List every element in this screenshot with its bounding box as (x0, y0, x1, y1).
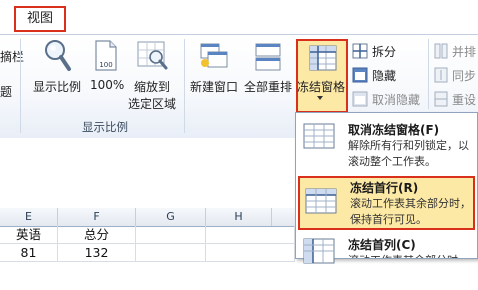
menu-item-unfreeze-panes[interactable]: 取消冻结窗格(F) 解除所有行和列锁定，以滚动整个工作表。 (296, 117, 477, 173)
arrange-all-label: 全部重排 (244, 80, 293, 94)
group-divider (428, 39, 429, 109)
menu-item-freeze-first-column[interactable]: 冻结首列(C) 滚动工作表其余部分时，保持首列可见。 (296, 234, 477, 290)
side-by-side-icon (434, 43, 448, 59)
menu-item-title: 冻结首行(R) (350, 181, 419, 195)
hide-button[interactable]: 隐藏 (352, 65, 422, 85)
chevron-down-icon (317, 96, 323, 100)
new-window-button[interactable]: 新建窗口 (188, 38, 240, 98)
column-header-h[interactable]: H (206, 208, 272, 226)
unfreeze-panes-icon (303, 123, 335, 149)
partial-left-label-bottom: 题 (0, 85, 13, 99)
table-cell[interactable]: 132 (58, 244, 136, 262)
unhide-window-icon (352, 91, 368, 107)
arrange-all-button[interactable]: 全部重排 (242, 38, 294, 98)
new-window-icon (200, 43, 228, 68)
table-cell[interactable] (206, 244, 295, 262)
reset-position-icon (434, 91, 448, 107)
svg-text:100: 100 (99, 61, 112, 69)
table-cell[interactable] (136, 226, 206, 244)
column-header-g[interactable]: G (136, 208, 206, 226)
arrange-all-icon (255, 43, 281, 71)
tab-view[interactable]: 视图 (14, 6, 66, 32)
partial-left-button-2[interactable]: 题 (0, 83, 12, 100)
table-cell[interactable]: 英语 (0, 226, 58, 244)
table-cell[interactable]: 总分 (58, 226, 136, 244)
hide-window-icon (352, 67, 368, 83)
menu-item-description: 滚动工作表其余部分时，保持首行可见。 (350, 197, 471, 226)
group-divider (184, 39, 185, 133)
menu-item-freeze-top-row[interactable]: 冻结首行(R) 滚动工作表其余部分时，保持首行可见。 (298, 176, 475, 230)
menu-item-description: 解除所有行和列锁定，以滚动整个工作表。 (348, 139, 469, 168)
menu-item-description: 滚动工作表其余部分时，保持首列可见。 (348, 253, 472, 258)
side-by-side-label: 并排 (452, 45, 477, 59)
column-header-f[interactable]: F (58, 208, 136, 226)
freeze-panes-icon (309, 45, 337, 71)
column-header-e[interactable]: E (0, 208, 58, 226)
split-label: 拆分 (372, 45, 397, 59)
zoom-100-label: 100% (90, 78, 125, 92)
zoom-selection-icon (137, 41, 168, 70)
freeze-panes-button[interactable]: 冻结窗格 (296, 39, 348, 113)
reset-position-button[interactable]: 重设 (434, 89, 478, 109)
sync-scroll-button[interactable]: 同步 (434, 65, 478, 85)
menu-item-title: 取消冻结窗格(F) (348, 123, 440, 137)
sync-scroll-icon (434, 67, 448, 83)
freeze-panes-label: 冻结窗格 (297, 80, 346, 94)
zoom-button[interactable]: 显示比例 (28, 38, 84, 98)
unhide-button[interactable]: 取消隐藏 (352, 89, 424, 109)
freeze-panes-menu: 取消冻结窗格(F) 解除所有行和列锁定，以滚动整个工作表。 冻结首行(R) 滚动… (295, 112, 478, 264)
unhide-label: 取消隐藏 (372, 93, 421, 107)
table-cell[interactable]: 81 (0, 244, 58, 262)
hide-label: 隐藏 (372, 69, 397, 83)
split-icon (352, 43, 368, 59)
magnifier-icon (45, 40, 71, 71)
zoom-selection-label-2: 选定区域 (128, 97, 177, 111)
menu-item-title: 冻结首列(C) (348, 238, 416, 252)
reset-position-label: 重设 (452, 93, 477, 107)
table-cell[interactable] (206, 226, 295, 244)
zoom-100-button[interactable]: 100 100% (88, 38, 126, 98)
split-button[interactable]: 拆分 (352, 41, 422, 61)
zoom-group-label: 显示比例 (82, 120, 128, 134)
freeze-first-column-icon (303, 238, 335, 264)
zoom-to-selection-button[interactable]: 缩放到 选定区域 (128, 38, 180, 118)
zoom-selection-label-1: 缩放到 (134, 80, 171, 94)
view-side-by-side-button[interactable]: 并排 (434, 41, 478, 61)
freeze-top-row-icon (305, 188, 337, 214)
table-cell[interactable] (136, 244, 206, 262)
ribbon-tab-bar: 视图 (0, 0, 478, 34)
new-window-label: 新建窗口 (190, 80, 239, 94)
zoom-label: 显示比例 (33, 80, 82, 94)
sync-scroll-label: 同步 (452, 69, 477, 83)
page-100-icon: 100 (95, 40, 117, 71)
group-divider (20, 39, 21, 133)
